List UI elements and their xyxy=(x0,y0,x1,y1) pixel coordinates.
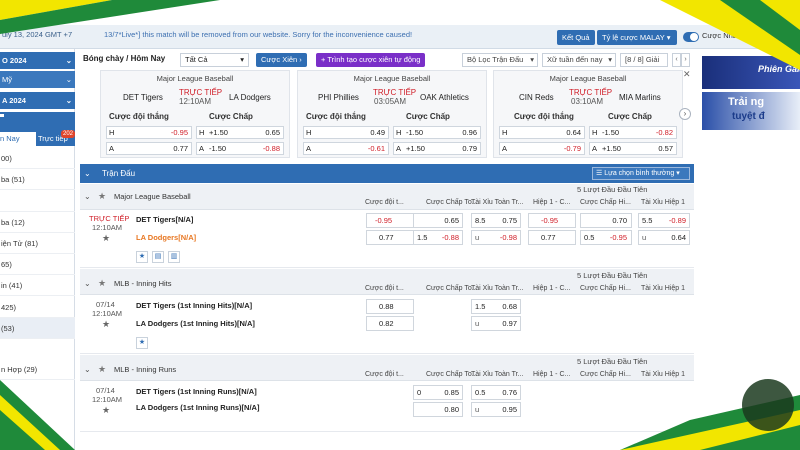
decorative-frame xyxy=(0,0,800,450)
brand-logo: AB xyxy=(700,392,724,409)
page: { "topbar":{"datetime":"uly 13, 2024 GMT… xyxy=(0,0,800,450)
